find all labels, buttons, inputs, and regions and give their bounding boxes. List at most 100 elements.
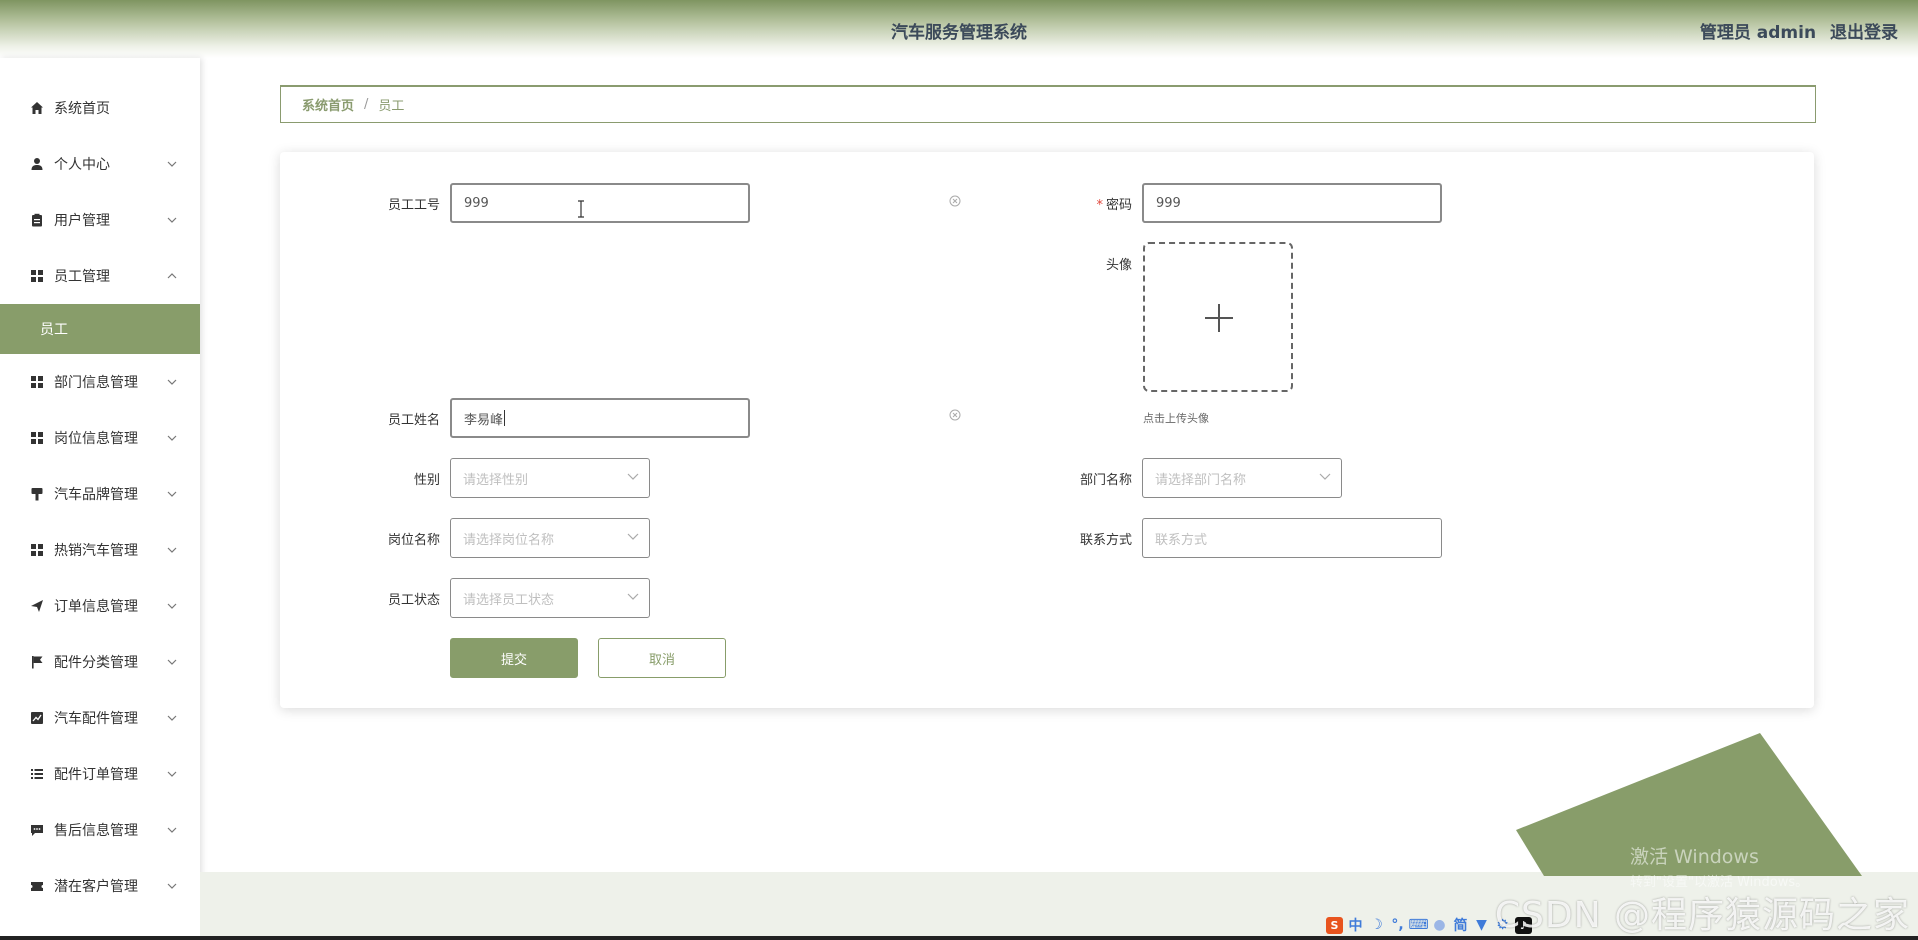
sidebar-item-label: 热销汽车管理 [54, 543, 138, 559]
chevron-down-icon [167, 491, 177, 497]
punctuation-icon: °, [1391, 917, 1404, 933]
app-title: 汽车服务管理系统 [891, 23, 1027, 43]
chevron-down-icon [167, 379, 177, 385]
sidebar-item-label: 员工 [40, 322, 68, 338]
sidebar-item-after-sales[interactable]: 售后信息管理 [0, 802, 200, 858]
clipboard-icon [30, 213, 44, 227]
home-icon [30, 101, 44, 115]
windows-activation-title: 激活 Windows [1630, 846, 1759, 868]
logout-link[interactable]: 退出登录 [1830, 23, 1898, 43]
sidebar-item-parts-category[interactable]: 配件分类管理 [0, 634, 200, 690]
send-icon [30, 599, 44, 613]
contact-placeholder: 联系方式 [1155, 532, 1208, 548]
gender-placeholder: 请选择性别 [463, 472, 529, 488]
sidebar-item-label: 员工管理 [54, 269, 110, 285]
status-placeholder: 请选择员工状态 [463, 592, 555, 608]
sidebar-item-profile[interactable]: 个人中心 [0, 136, 200, 192]
sidebar-item-potential-customers[interactable]: 潜在客户管理 [0, 858, 200, 914]
chart-icon [30, 711, 44, 725]
header-user-area: 管理员 admin 退出登录 [1692, 18, 1898, 43]
chevron-down-icon [167, 659, 177, 665]
sidebar-item-users[interactable]: 用户管理 [0, 192, 200, 248]
top-header: 汽车服务管理系统 管理员 admin 退出登录 [0, 0, 1918, 58]
chevron-down-icon [167, 883, 177, 889]
user-icon [30, 157, 44, 171]
department-select[interactable]: 请选择部门名称 [1142, 458, 1342, 498]
breadcrumb-current: 员工 [378, 99, 405, 114]
avatar-upload-hint: 点击上传头像 [1143, 412, 1209, 425]
gender-select[interactable]: 请选择性别 [450, 458, 650, 498]
sidebar-item-label: 汽车配件管理 [54, 711, 138, 727]
sidebar-item-car-brand[interactable]: 汽车品牌管理 [0, 466, 200, 522]
message-icon [30, 823, 44, 837]
keyboard-icon: ⌨ [1408, 917, 1429, 933]
list-icon [30, 767, 44, 781]
sidebar-item-label: 潜在客户管理 [54, 879, 138, 895]
sidebar-item-label: 用户管理 [54, 213, 110, 229]
sidebar-item-orders[interactable]: 订单信息管理 [0, 578, 200, 634]
brush-icon [30, 487, 44, 501]
chevron-down-icon [627, 533, 639, 540]
sidebar-item-department[interactable]: 部门信息管理 [0, 354, 200, 410]
chevron-down-icon [167, 161, 177, 167]
avatar-upload[interactable] [1143, 242, 1293, 392]
sidebar-item-label: 配件分类管理 [54, 655, 138, 671]
chevron-down-icon [167, 827, 177, 833]
sidebar-item-hot-cars[interactable]: 热销汽车管理 [0, 522, 200, 578]
sidebar-item-label: 订单信息管理 [54, 599, 138, 615]
sidebar-subitem-employee[interactable]: 员工 [0, 304, 200, 354]
required-mark: * [1096, 198, 1103, 213]
flag-icon [30, 655, 44, 669]
chevron-down-icon [167, 715, 177, 721]
chevron-down-icon [167, 435, 177, 441]
sidebar-item-label: 系统首页 [54, 101, 110, 117]
breadcrumb: 系统首页 / 员工 [280, 85, 1816, 123]
sidebar-item-label: 配件订单管理 [54, 767, 138, 783]
clear-icon[interactable] [949, 409, 961, 421]
submit-button[interactable]: 提交 [450, 638, 578, 678]
chevron-down-icon [627, 593, 639, 600]
password-value: 999 [1156, 195, 1181, 211]
employee-name-value: 李易峰 [464, 412, 504, 428]
sidebar-item-car-parts[interactable]: 汽车配件管理 [0, 690, 200, 746]
cancel-button[interactable]: 取消 [598, 638, 726, 678]
employee-form-card: 员工工号 999 * 密码 999 头像 点击上传头像 员工姓名 李易峰 性别 请… [280, 152, 1814, 708]
ime-simplified-toggle[interactable]: 简 [1452, 917, 1469, 934]
position-select[interactable]: 请选择岗位名称 [450, 518, 650, 558]
employee-name-label: 员工姓名 [387, 413, 440, 428]
contact-label: 联系方式 [1079, 533, 1132, 548]
sidebar-item-home[interactable]: 系统首页 [0, 80, 200, 136]
contact-input[interactable]: 联系方式 [1142, 518, 1442, 558]
sidebar-item-position[interactable]: 岗位信息管理 [0, 410, 200, 466]
sidebar: 系统首页 个人中心 用户管理 员工管理 员工 部门信息管理 岗位信息管理 汽车品… [0, 58, 200, 940]
department-label: 部门名称 [1079, 473, 1132, 488]
clear-icon[interactable] [949, 195, 961, 207]
sidebar-item-label: 售后信息管理 [54, 823, 138, 839]
text-caret [504, 410, 506, 426]
text-cursor-icon [578, 200, 584, 218]
sogou-logo-icon: S [1326, 916, 1343, 934]
status-label: 员工状态 [387, 593, 440, 608]
sidebar-item-employee-management[interactable]: 员工管理 [0, 248, 200, 304]
sidebar-item-parts-orders[interactable]: 配件订单管理 [0, 746, 200, 802]
csdn-watermark: CSDN @程序猿源码之家 [1494, 895, 1910, 936]
chevron-down-icon [167, 217, 177, 223]
gender-label: 性别 [413, 473, 440, 488]
avatar-label: 头像 [1105, 258, 1132, 273]
chevron-up-icon [167, 273, 177, 279]
password-input[interactable]: 999 [1142, 183, 1442, 223]
employee-no-input[interactable]: 999 [450, 183, 750, 223]
breadcrumb-separator: / [364, 97, 369, 112]
ime-language-toggle[interactable]: 中 [1347, 917, 1364, 934]
employee-name-input[interactable]: 李易峰 [450, 398, 750, 438]
chevron-down-icon [627, 473, 639, 480]
password-label: * 密码 [1096, 198, 1132, 213]
department-placeholder: 请选择部门名称 [1155, 472, 1247, 488]
employee-no-value: 999 [464, 195, 489, 211]
chevron-down-icon [167, 547, 177, 553]
sidebar-item-label: 部门信息管理 [54, 375, 138, 391]
breadcrumb-home[interactable]: 系统首页 [302, 95, 354, 114]
status-select[interactable]: 请选择员工状态 [450, 578, 650, 618]
grid-icon [30, 431, 44, 445]
sidebar-item-label: 岗位信息管理 [54, 431, 138, 447]
